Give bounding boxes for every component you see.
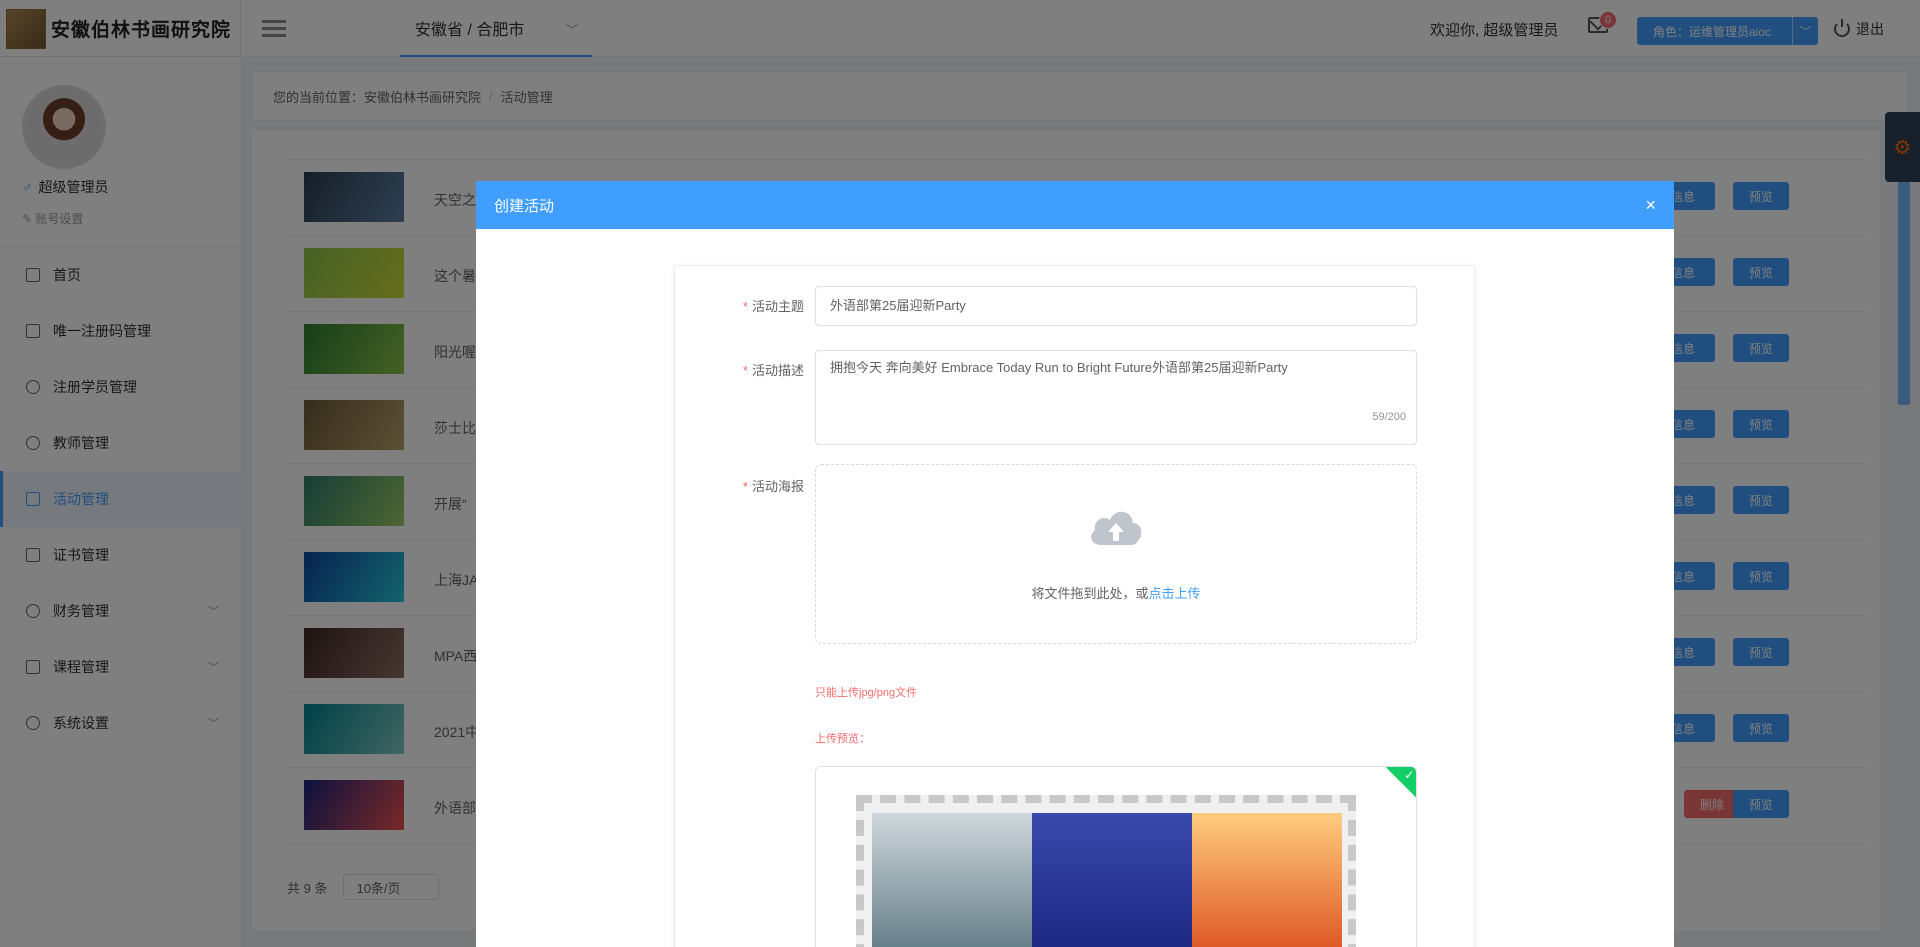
- dialog-title: 创建活动: [494, 197, 555, 215]
- poster-upload-dropzone[interactable]: 将文件拖到此处，或点击上传: [815, 464, 1417, 644]
- description-value: 拥抱今天 奔向美好 Embrace Today Run to Bright Fu…: [830, 360, 1288, 375]
- click-upload-link[interactable]: 点击上传: [1149, 586, 1201, 601]
- char-count: 59/200: [1372, 411, 1406, 423]
- check-icon: ✓: [1384, 767, 1416, 799]
- topic-label: * 活动主题: [742, 299, 804, 314]
- upload-preview-label: 上传预览：: [815, 733, 870, 745]
- create-activity-dialog: 创建活动 × * 活动主题 外语部第25届迎新Party * 活动描述 拥抱今天 奔…: [476, 181, 1674, 947]
- description-textarea[interactable]: 拥抱今天 奔向美好 Embrace Today Run to Bright Fu…: [815, 350, 1417, 445]
- upload-type-tip: 只能上传jpg/png文件: [815, 687, 918, 699]
- poster-preview-image: [856, 795, 1356, 947]
- poster-label: * 活动海报: [742, 479, 804, 494]
- dialog-header: 创建活动 ×: [476, 181, 1674, 229]
- description-label: * 活动描述: [742, 363, 804, 378]
- upload-cloud-icon: [1091, 511, 1142, 545]
- close-icon[interactable]: ×: [1645, 195, 1656, 216]
- activity-form: * 活动主题 外语部第25届迎新Party * 活动描述 拥抱今天 奔向美好 Emb…: [674, 265, 1475, 947]
- topic-input[interactable]: 外语部第25届迎新Party: [815, 286, 1417, 326]
- upload-preview: ✓: [815, 766, 1417, 947]
